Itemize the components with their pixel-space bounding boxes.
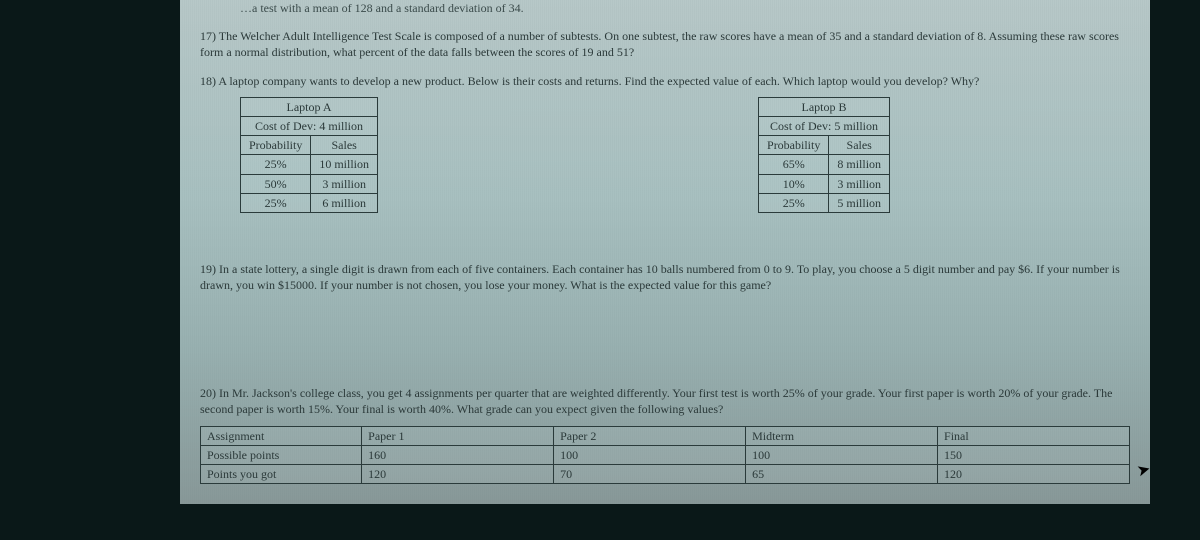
laptop-a-header-sales: Sales — [311, 136, 378, 155]
table-row: 10%3 million — [759, 174, 890, 193]
table-row: 65%8 million — [759, 155, 890, 174]
question-20: 20) In Mr. Jackson's college class, you … — [200, 385, 1130, 417]
grades-header-final: Final — [938, 426, 1130, 445]
table-row: Possible points 160 100 100 150 — [201, 445, 1130, 464]
grades-header-paper1: Paper 1 — [362, 426, 554, 445]
table-row: 50%3 million — [241, 174, 378, 193]
table-row: Assignment Paper 1 Paper 2 Midterm Final — [201, 426, 1130, 445]
laptop-a-table: Laptop A Cost of Dev: 4 million Probabil… — [240, 97, 378, 213]
grades-header-assignment: Assignment — [201, 426, 362, 445]
laptop-b-header-prob: Probability — [759, 136, 829, 155]
worksheet-page: …a test with a mean of 128 and a standar… — [180, 0, 1150, 504]
laptop-b-title: Laptop B — [759, 97, 890, 116]
table-row: 25%10 million — [241, 155, 378, 174]
laptop-b-table: Laptop B Cost of Dev: 5 million Probabil… — [758, 97, 890, 213]
grades-header-paper2: Paper 2 — [554, 426, 746, 445]
question-18: 18) A laptop company wants to develop a … — [200, 73, 1130, 89]
question-17: 17) The Welcher Adult Intelligence Test … — [200, 28, 1130, 60]
laptop-a-header-prob: Probability — [241, 136, 311, 155]
table-row: Points you got 120 70 65 120 — [201, 465, 1130, 484]
grades-header-midterm: Midterm — [746, 426, 938, 445]
question-19: 19) In a state lottery, a single digit i… — [200, 261, 1130, 293]
table-row: 25%5 million — [759, 193, 890, 212]
laptop-tables-row: Laptop A Cost of Dev: 4 million Probabil… — [240, 97, 1130, 213]
laptop-a-cost: Cost of Dev: 4 million — [241, 116, 378, 135]
laptop-b-cost: Cost of Dev: 5 million — [759, 116, 890, 135]
laptop-a-title: Laptop A — [241, 97, 378, 116]
laptop-b-header-sales: Sales — [829, 136, 890, 155]
partial-previous-question: …a test with a mean of 128 and a standar… — [240, 0, 1130, 16]
grades-table: Assignment Paper 1 Paper 2 Midterm Final… — [200, 426, 1130, 485]
table-row: 25%6 million — [241, 193, 378, 212]
